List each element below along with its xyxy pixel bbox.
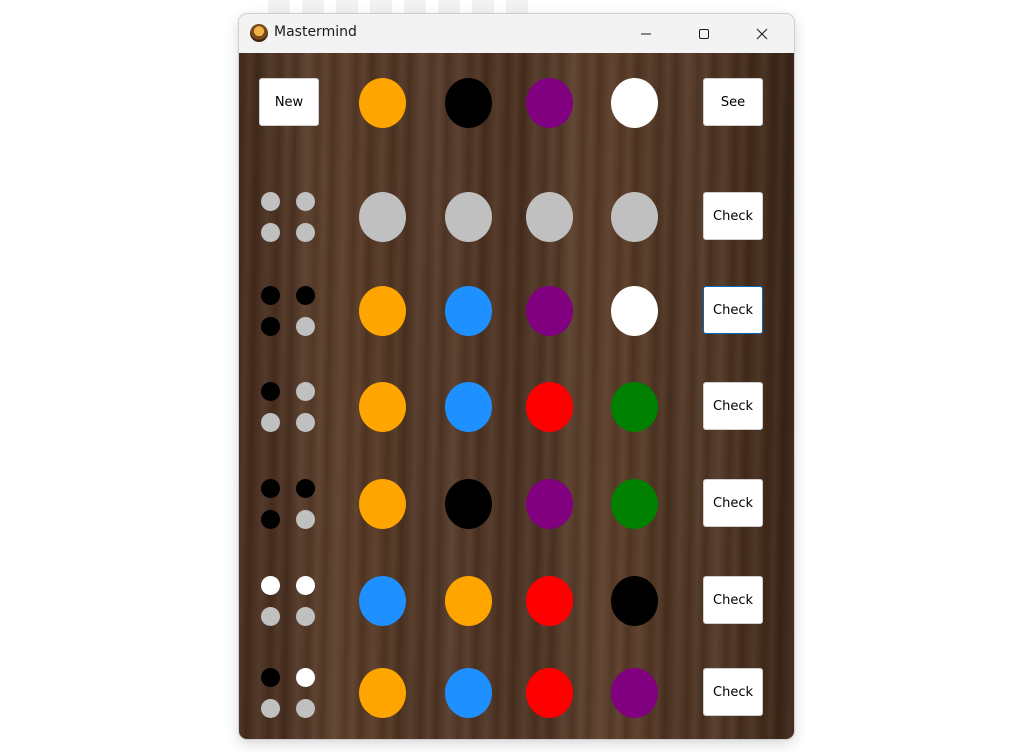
maximize-icon	[699, 28, 709, 39]
guess-peg-2[interactable]	[445, 286, 492, 336]
feedback-peg	[296, 668, 315, 687]
feedback-peg	[261, 699, 280, 718]
guess-peg-3[interactable]	[526, 479, 573, 529]
guess-peg-2[interactable]	[445, 479, 492, 529]
check-button[interactable]: Check	[703, 286, 763, 334]
feedback-peg	[296, 223, 315, 242]
feedback-peg	[296, 576, 315, 595]
feedback-peg	[296, 286, 315, 305]
feedback-peg	[296, 479, 315, 498]
feedback-peg	[296, 607, 315, 626]
mastermind-app-icon	[250, 24, 268, 42]
check-button[interactable]: Check	[703, 479, 763, 527]
minimize-icon	[641, 33, 651, 34]
guess-peg-2[interactable]	[445, 668, 492, 718]
window-title: Mastermind	[274, 24, 357, 40]
check-button[interactable]: Check	[703, 576, 763, 624]
feedback-peg	[261, 286, 280, 305]
guess-peg-1[interactable]	[359, 192, 406, 242]
secret-peg-2[interactable]	[445, 78, 492, 128]
feedback-peg	[261, 479, 280, 498]
feedback-peg	[261, 607, 280, 626]
feedback-peg	[296, 699, 315, 718]
feedback-peg	[296, 382, 315, 401]
maximize-button[interactable]	[675, 14, 733, 53]
guess-peg-1[interactable]	[359, 576, 406, 626]
check-button[interactable]: Check	[703, 382, 763, 430]
feedback-peg	[296, 192, 315, 211]
feedback-peg	[261, 382, 280, 401]
guess-peg-4[interactable]	[611, 668, 658, 718]
mastermind-window: Mastermind New See Check Check Check Check C…	[239, 14, 794, 739]
background-window-hint	[268, 0, 528, 14]
guess-peg-2[interactable]	[445, 576, 492, 626]
guess-peg-4[interactable]	[611, 286, 658, 336]
feedback-peg	[261, 317, 280, 336]
feedback-peg	[261, 668, 280, 687]
feedback-peg	[261, 413, 280, 432]
feedback-peg	[296, 413, 315, 432]
guess-peg-2[interactable]	[445, 192, 492, 242]
feedback-peg	[296, 510, 315, 529]
game-board: New See Check Check Check Check Check Check	[239, 53, 794, 739]
guess-peg-4[interactable]	[611, 576, 658, 626]
close-icon	[756, 28, 768, 39]
guess-peg-4[interactable]	[611, 192, 658, 242]
guess-peg-1[interactable]	[359, 286, 406, 336]
guess-peg-3[interactable]	[526, 382, 573, 432]
guess-peg-4[interactable]	[611, 382, 658, 432]
feedback-peg	[261, 576, 280, 595]
guess-peg-1[interactable]	[359, 668, 406, 718]
feedback-peg	[296, 317, 315, 336]
guess-peg-4[interactable]	[611, 479, 658, 529]
close-button[interactable]	[733, 14, 791, 53]
guess-peg-1[interactable]	[359, 479, 406, 529]
secret-peg-1[interactable]	[359, 78, 406, 128]
secret-peg-4[interactable]	[611, 78, 658, 128]
secret-peg-3[interactable]	[526, 78, 573, 128]
guess-peg-1[interactable]	[359, 382, 406, 432]
title-bar[interactable]: Mastermind	[239, 14, 794, 53]
guess-peg-3[interactable]	[526, 286, 573, 336]
feedback-peg	[261, 192, 280, 211]
feedback-peg	[261, 223, 280, 242]
guess-peg-2[interactable]	[445, 382, 492, 432]
guess-peg-3[interactable]	[526, 192, 573, 242]
guess-peg-3[interactable]	[526, 668, 573, 718]
check-button[interactable]: Check	[703, 668, 763, 716]
see-solution-button[interactable]: See	[703, 78, 763, 126]
minimize-button[interactable]	[617, 14, 675, 53]
new-game-button[interactable]: New	[259, 78, 319, 126]
feedback-peg	[261, 510, 280, 529]
check-button[interactable]: Check	[703, 192, 763, 240]
guess-peg-3[interactable]	[526, 576, 573, 626]
